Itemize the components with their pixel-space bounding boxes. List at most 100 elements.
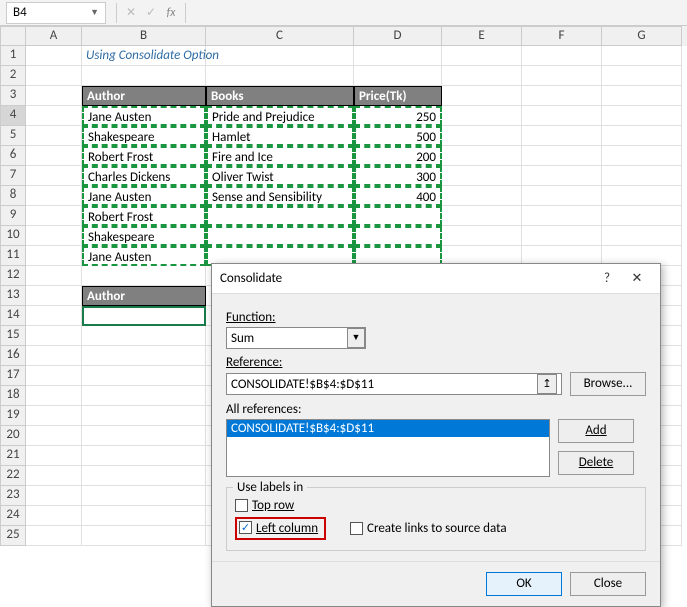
table-cell[interactable]: Sense and Sensibility [206,186,354,206]
dialog-titlebar[interactable]: Consolidate ? ✕ [212,264,660,294]
cell[interactable] [442,186,522,206]
cell[interactable] [602,186,682,206]
cell[interactable] [206,46,354,66]
help-icon[interactable]: ? [592,271,622,286]
list-item[interactable]: CONSOLIDATE!$B$4:$D$11 [227,420,549,437]
cell[interactable] [82,326,206,346]
cell[interactable] [354,46,442,66]
cell[interactable] [26,46,82,66]
cell[interactable] [26,506,82,526]
row-header[interactable]: 9 [0,206,26,226]
cell[interactable] [442,226,522,246]
chevron-down-icon[interactable]: ▼ [347,328,365,348]
cell[interactable] [82,386,206,406]
row-header[interactable]: 4 [0,106,26,126]
cell[interactable] [26,466,82,486]
name-box[interactable]: B4 ▼ [6,2,106,24]
cell[interactable] [82,346,206,366]
cell[interactable] [26,206,82,226]
table-cell[interactable]: Robert Frost [82,206,206,226]
table-cell[interactable]: Charles Dickens [82,166,206,186]
select-all-corner[interactable] [0,26,26,46]
close-icon[interactable]: ✕ [622,271,652,286]
cell[interactable] [26,326,82,346]
table-cell[interactable]: Pride and Prejudice [206,106,354,126]
table-cell[interactable]: Jane Austen [82,186,206,206]
col-header[interactable]: F [522,26,602,46]
cell[interactable] [82,66,206,86]
row-header[interactable]: 5 [0,126,26,146]
table-cell[interactable]: 400 [354,186,442,206]
cell[interactable] [82,446,206,466]
cell[interactable] [82,466,206,486]
row-header[interactable]: 6 [0,146,26,166]
row-header[interactable]: 18 [0,386,26,406]
cell[interactable] [26,446,82,466]
cell[interactable] [26,186,82,206]
row-header[interactable]: 12 [0,266,26,286]
col-header[interactable]: E [442,26,522,46]
row-header[interactable]: 15 [0,326,26,346]
delete-button[interactable]: Delete [558,451,634,475]
table-cell[interactable]: 500 [354,126,442,146]
cell[interactable] [522,226,602,246]
table-cell[interactable] [206,206,354,226]
cell[interactable] [26,306,82,326]
cell[interactable] [26,166,82,186]
row-header[interactable]: 19 [0,406,26,426]
leftcolumn-checkbox[interactable]: ✓ [239,521,252,534]
table-header[interactable]: Books [206,86,354,106]
table-cell[interactable]: Shakespeare [82,226,206,246]
cell[interactable] [602,106,682,126]
table-cell[interactable]: Hamlet [206,126,354,146]
table-cell[interactable]: Robert Frost [82,146,206,166]
table-cell[interactable]: Shakespeare [82,126,206,146]
result-header[interactable]: Author [82,286,206,306]
table-cell[interactable]: Jane Austen [82,106,206,126]
cell[interactable] [522,146,602,166]
fx-icon[interactable]: fx [161,6,181,20]
cell[interactable] [442,66,522,86]
cell[interactable] [522,186,602,206]
cell[interactable] [26,286,82,306]
cell[interactable] [442,146,522,166]
cell[interactable] [26,386,82,406]
row-header[interactable]: 17 [0,366,26,386]
cell[interactable] [26,226,82,246]
cell[interactable] [522,66,602,86]
createlinks-checkbox[interactable] [350,522,363,535]
row-header[interactable]: 21 [0,446,26,466]
cell[interactable] [522,206,602,226]
table-header[interactable]: Price(Tk) [354,86,442,106]
row-header[interactable]: 22 [0,466,26,486]
cell[interactable] [26,486,82,506]
cell[interactable] [26,406,82,426]
table-cell[interactable]: Oliver Twist [206,166,354,186]
cell[interactable] [522,106,602,126]
collapse-icon[interactable]: ↥ [537,374,557,394]
col-header[interactable]: A [26,26,82,46]
cell[interactable] [82,406,206,426]
cell[interactable] [442,166,522,186]
row-header[interactable]: 13 [0,286,26,306]
cell[interactable] [442,46,522,66]
cell[interactable] [82,266,206,286]
cell[interactable] [602,66,682,86]
browse-button[interactable]: Browse... [570,372,646,396]
table-cell[interactable]: Jane Austen [82,246,206,266]
add-button[interactable]: Add [558,419,634,443]
selected-cell[interactable] [82,306,206,326]
cell[interactable] [82,526,206,546]
row-header[interactable]: 23 [0,486,26,506]
title-cell[interactable]: Using Consolidate Option [82,46,206,66]
cell[interactable] [602,126,682,146]
cell[interactable] [82,426,206,446]
cell[interactable] [26,66,82,86]
cell[interactable] [26,346,82,366]
cell[interactable] [442,126,522,146]
cell[interactable] [26,126,82,146]
row-header[interactable]: 14 [0,306,26,326]
reference-input[interactable]: CONSOLIDATE!$B$4:$D$11 ↥ [226,373,562,395]
cell[interactable] [26,266,82,286]
cell[interactable] [26,106,82,126]
